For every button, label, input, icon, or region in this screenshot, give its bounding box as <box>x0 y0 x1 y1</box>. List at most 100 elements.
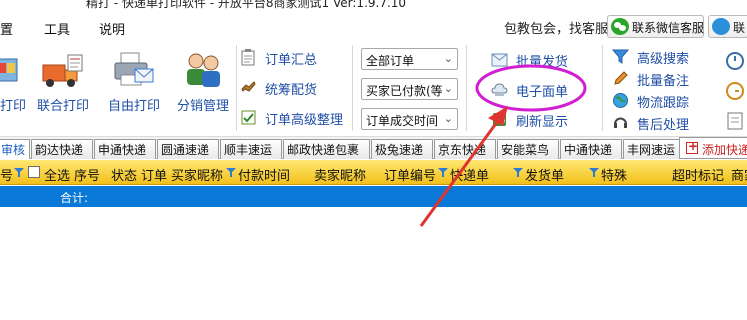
column-status[interactable]: 状态 <box>111 165 137 184</box>
free-print-button[interactable]: 自由打印 <box>102 51 166 119</box>
column-merchant[interactable]: 商家 <box>731 165 747 184</box>
tab-zto[interactable]: 中通快递 <box>560 139 622 159</box>
add-carrier-button[interactable]: 添加快递 <box>679 137 747 159</box>
chevron-down-icon: ⌄ <box>443 112 453 125</box>
refresh-icon <box>493 113 506 126</box>
column-order-id[interactable]: 订单编号 <box>384 165 436 184</box>
order-status-value: 全部订单 <box>366 54 415 68</box>
column-seller-nick[interactable]: 卖家昵称 <box>314 165 366 184</box>
joint-print-label: 联合打印 <box>36 99 89 114</box>
allocation-label: 统筹配货 <box>265 83 318 98</box>
filter-icon[interactable] <box>438 168 448 177</box>
clock-icon[interactable] <box>725 51 745 71</box>
order-advanced-label: 订单高级整理 <box>265 113 344 128</box>
time-sort-value: 订单成交时间 <box>366 114 439 128</box>
printer-mail-icon <box>114 52 154 86</box>
users-icon <box>187 53 220 87</box>
chevron-down-icon: ⌄ <box>443 82 453 95</box>
title-bar: 精打 - 快递单打印软件 - 开放平台8商家测试1 Ver:1.9.7.10 <box>0 0 747 14</box>
distribution-label: 分销管理 <box>176 99 229 114</box>
filter-icon[interactable] <box>14 168 24 177</box>
tab-sf[interactable]: 顺丰速运 <box>220 139 282 159</box>
chevron-down-icon: ⌄ <box>443 52 453 65</box>
logistics-tracking-label: 物流跟踪 <box>637 96 690 111</box>
payment-status-select[interactable]: 买家已付款(等 ⌄ <box>361 78 458 100</box>
check-list-icon <box>241 110 256 125</box>
order-summary-label: 订单汇总 <box>265 53 318 68</box>
summary-row: 合计: <box>0 186 747 207</box>
column-pay-time[interactable]: 付款时间 <box>238 165 290 184</box>
order-grid-header: 号 全选 序号 状态 订单 买家昵称 付款时间 卖家昵称 订单编号 快递单 发货… <box>0 160 747 185</box>
tab-jitu[interactable]: 极兔速递 <box>371 139 433 159</box>
column-number[interactable]: 号 <box>0 165 13 184</box>
distribution-button[interactable]: 分销管理 <box>172 51 234 119</box>
tab-ems[interactable]: 邮政快递包裹 <box>283 139 370 159</box>
print-icon <box>0 58 18 82</box>
after-sales-label: 售后处理 <box>637 118 690 133</box>
add-carrier-label: 添加快递 <box>702 143 747 157</box>
contact-label: 联 <box>733 21 746 35</box>
wechat-support-label: 联系微信客服 <box>632 21 705 35</box>
timer-icon[interactable] <box>725 81 745 101</box>
wechat-support-button[interactable]: 联系微信客服 <box>607 15 704 38</box>
tab-yunda[interactable]: 韵达快递 <box>31 139 93 159</box>
cloud-icon <box>491 83 508 96</box>
toolbar-divider <box>602 45 603 131</box>
filter-icon[interactable] <box>589 168 599 177</box>
toolbar-divider <box>236 45 237 131</box>
tab-sto[interactable]: 申通快递 <box>94 139 156 159</box>
funnel-icon <box>612 49 629 64</box>
truck-icon <box>42 54 83 87</box>
column-waybill[interactable]: 快递单 <box>450 165 489 184</box>
pen-icon <box>614 71 628 85</box>
batch-note-label: 批量备注 <box>637 74 690 89</box>
contact-button[interactable]: 联 <box>708 15 747 38</box>
time-sort-select[interactable]: 订单成交时间 ⌄ <box>361 108 458 130</box>
e-waybill-label: 电子面单 <box>516 85 569 100</box>
column-select-all[interactable]: 全选 <box>44 165 70 184</box>
wechat-icon <box>611 18 629 35</box>
column-buyer-nick[interactable]: 买家昵称 <box>171 165 223 184</box>
contact-icon <box>712 18 730 35</box>
advanced-search-label: 高级搜索 <box>637 52 690 67</box>
column-ship-note[interactable]: 发货单 <box>525 165 564 184</box>
ship-icon <box>491 53 508 67</box>
column-order[interactable]: 订单 <box>141 165 167 184</box>
column-seq[interactable]: 序号 <box>74 165 100 184</box>
filter-icon[interactable] <box>226 168 236 177</box>
tab-review[interactable]: 审核 <box>0 139 30 159</box>
filter-icon[interactable] <box>513 168 523 177</box>
notes-icon[interactable] <box>725 111 745 131</box>
window-title: 精打 - 快递单打印软件 - 开放平台8商家测试1 Ver:1.9.7.10 <box>86 0 407 10</box>
clipboard-icon <box>241 49 255 66</box>
joint-print-button[interactable]: 联合打印 <box>30 51 96 119</box>
tab-anneng[interactable]: 安能菜鸟 <box>497 139 559 159</box>
tab-yto[interactable]: 圆通速递 <box>157 139 219 159</box>
tab-jd[interactable]: 京东快递 <box>434 139 496 159</box>
menu-settings[interactable]: 置 <box>0 19 13 38</box>
headset-icon <box>614 117 627 128</box>
menu-tools[interactable]: 工具 <box>44 19 70 38</box>
add-icon <box>686 139 698 154</box>
toolbar: 打印 联合打印 自由打印 分销管理 订单汇总 统筹配货 订单高级整理 全部订单 … <box>0 39 747 137</box>
order-grid-body[interactable] <box>0 207 747 320</box>
toolbar-divider <box>352 45 353 131</box>
carrier-tabs: 审核 韵达快递 申通快递 圆通速递 顺丰速运 邮政快递包裹 极兔速递 京东快递 … <box>0 137 747 159</box>
menu-bar: 置 工具 说明 包教包会，找客服 联系微信客服 联 <box>0 14 747 39</box>
order-status-select[interactable]: 全部订单 ⌄ <box>361 48 458 70</box>
column-special[interactable]: 特殊 <box>601 165 627 184</box>
support-promo-text: 包教包会，找客服 <box>504 22 609 37</box>
print-button[interactable]: 打印 <box>0 51 27 119</box>
globe-icon <box>613 93 628 108</box>
menu-help[interactable]: 说明 <box>99 19 125 38</box>
summary-label: 合计: <box>60 191 89 205</box>
tab-fengwang[interactable]: 丰网速运 <box>623 139 685 159</box>
refresh-label: 刷新显示 <box>516 115 569 130</box>
toolbar-divider <box>466 45 467 131</box>
hand-icon <box>241 81 256 92</box>
batch-ship-label: 批量发货 <box>516 55 569 70</box>
column-timeout[interactable]: 超时标记 <box>672 165 724 184</box>
print-label: 打印 <box>0 99 27 114</box>
select-all-checkbox[interactable] <box>28 166 40 178</box>
payment-status-value: 买家已付款(等 <box>366 84 442 98</box>
